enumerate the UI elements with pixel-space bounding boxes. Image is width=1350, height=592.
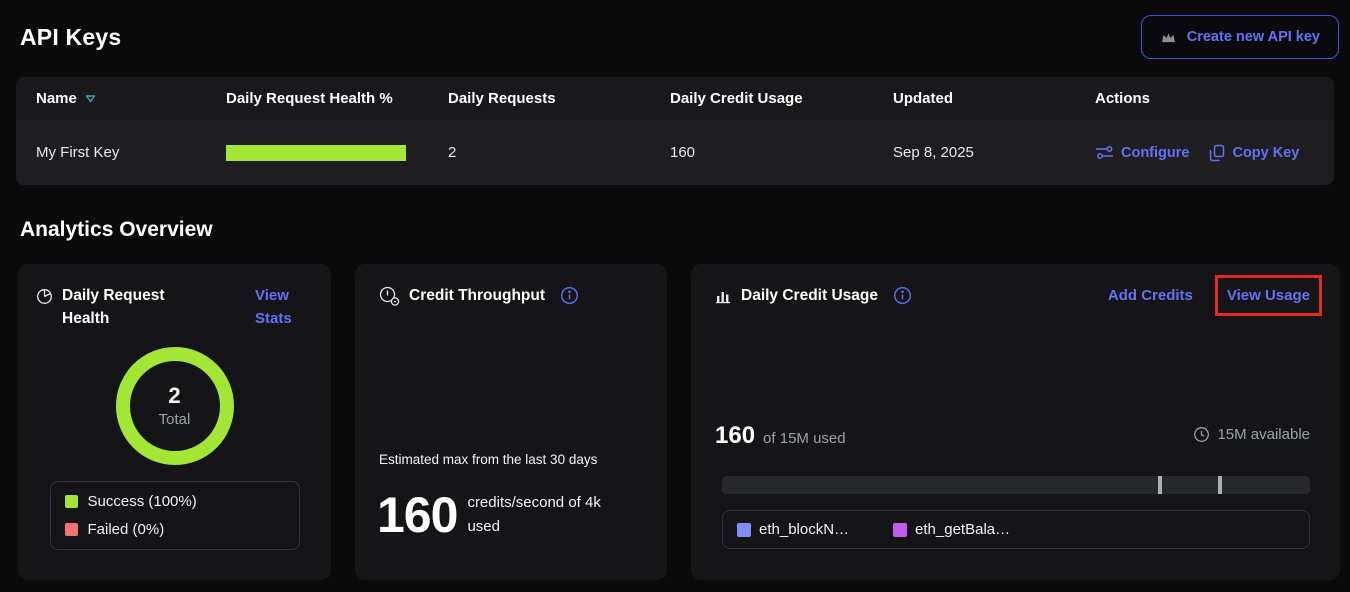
bar-chart-icon xyxy=(715,288,732,304)
key-updated: Sep 8, 2025 xyxy=(873,144,1075,161)
create-api-key-label: Create new API key xyxy=(1187,29,1320,45)
crown-icon xyxy=(1160,30,1177,45)
success-label: Success (100%) xyxy=(88,493,197,510)
view-usage-link[interactable]: View Usage xyxy=(1227,287,1310,304)
copy-key-button[interactable]: Copy Key xyxy=(1209,144,1299,162)
analytics-cards: Daily Request Health View Stats 2 Total … xyxy=(18,264,1340,580)
donut-total-value: 2 xyxy=(168,383,180,409)
eth-getbalance-label: eth_getBala… xyxy=(915,521,1010,538)
daily-request-health-card: Daily Request Health View Stats 2 Total … xyxy=(18,264,331,580)
clock-icon xyxy=(1193,426,1210,443)
legend-item-eth-blocknumber: eth_blockN… xyxy=(737,521,849,538)
key-daily-requests: 2 xyxy=(428,144,650,161)
key-name: My First Key xyxy=(16,144,206,161)
daily-request-health-title: Daily Request Health xyxy=(62,284,180,331)
page-title: API Keys xyxy=(20,24,121,51)
eth-getbalance-swatch xyxy=(893,523,907,537)
throughput-suffix: credits/second of 4k used xyxy=(467,491,625,539)
request-health-legend: Success (100%) Failed (0%) xyxy=(50,481,300,550)
column-header-name-label: Name xyxy=(36,90,77,107)
throughput-value: 160 xyxy=(377,486,457,544)
column-header-credit-usage: Daily Credit Usage xyxy=(650,90,873,107)
credits-used-value: 160 xyxy=(715,422,755,450)
key-daily-credit-usage: 160 xyxy=(650,144,873,161)
column-header-name[interactable]: Name xyxy=(16,90,206,107)
success-swatch xyxy=(65,495,78,508)
donut-total-label: Total xyxy=(159,411,191,428)
api-keys-table: Name Daily Request Health % Daily Reques… xyxy=(16,77,1334,185)
create-api-key-button[interactable]: Create new API key xyxy=(1141,15,1339,59)
progress-bar-tick xyxy=(1218,476,1222,494)
table-row: My First Key 2 160 Sep 8, 2025 Configure… xyxy=(16,120,1334,185)
legend-item-eth-getbalance: eth_getBala… xyxy=(893,521,1010,538)
credit-throughput-card: Credit Throughput Estimated max from the… xyxy=(355,264,667,580)
key-health-cell xyxy=(206,145,428,161)
health-bar xyxy=(226,145,406,161)
credit-throughput-title: Credit Throughput xyxy=(409,284,545,307)
daily-credit-usage-title: Daily Credit Usage xyxy=(741,284,878,307)
column-header-updated: Updated xyxy=(873,90,1075,107)
throughput-subtitle: Estimated max from the last 30 days xyxy=(379,452,597,467)
credits-available-label: 15M available xyxy=(1217,426,1310,443)
failed-swatch xyxy=(65,523,78,536)
daily-credit-usage-card: Daily Credit Usage Add Credits View Usag… xyxy=(691,264,1340,580)
request-health-donut-chart: 2 Total xyxy=(116,347,234,465)
table-header-row: Name Daily Request Health % Daily Reques… xyxy=(16,77,1334,120)
gauge-icon xyxy=(379,286,400,306)
add-credits-link[interactable]: Add Credits xyxy=(1108,284,1193,307)
sliders-icon xyxy=(1095,145,1114,160)
column-header-requests: Daily Requests xyxy=(428,90,650,107)
configure-label: Configure xyxy=(1121,145,1189,161)
failed-label: Failed (0%) xyxy=(88,521,165,538)
legend-item-success: Success (100%) xyxy=(65,493,285,510)
credit-usage-progress-bar xyxy=(722,476,1310,494)
eth-blocknumber-swatch xyxy=(737,523,751,537)
copy-key-label: Copy Key xyxy=(1232,145,1299,161)
view-usage-highlight-box: View Usage xyxy=(1215,275,1322,316)
header-bar: API Keys Create new API key xyxy=(20,12,1339,62)
view-stats-link[interactable]: View Stats xyxy=(255,284,313,331)
pie-chart-icon xyxy=(36,288,53,305)
credit-usage-legend: eth_blockN… eth_getBala… xyxy=(722,510,1310,549)
progress-bar-tick xyxy=(1158,476,1162,494)
column-header-actions: Actions xyxy=(1075,90,1334,107)
info-icon[interactable] xyxy=(560,286,579,305)
sort-chevron-down-icon[interactable] xyxy=(85,94,96,103)
credits-used-suffix: of 15M used xyxy=(763,430,846,447)
key-actions-cell: Configure Copy Key xyxy=(1075,144,1334,162)
legend-item-failed: Failed (0%) xyxy=(65,521,285,538)
info-icon[interactable] xyxy=(893,286,912,305)
configure-button[interactable]: Configure xyxy=(1095,145,1189,161)
eth-blocknumber-label: eth_blockN… xyxy=(759,521,849,538)
copy-icon xyxy=(1209,144,1225,162)
analytics-overview-title: Analytics Overview xyxy=(20,218,213,242)
column-header-health: Daily Request Health % xyxy=(206,90,428,107)
